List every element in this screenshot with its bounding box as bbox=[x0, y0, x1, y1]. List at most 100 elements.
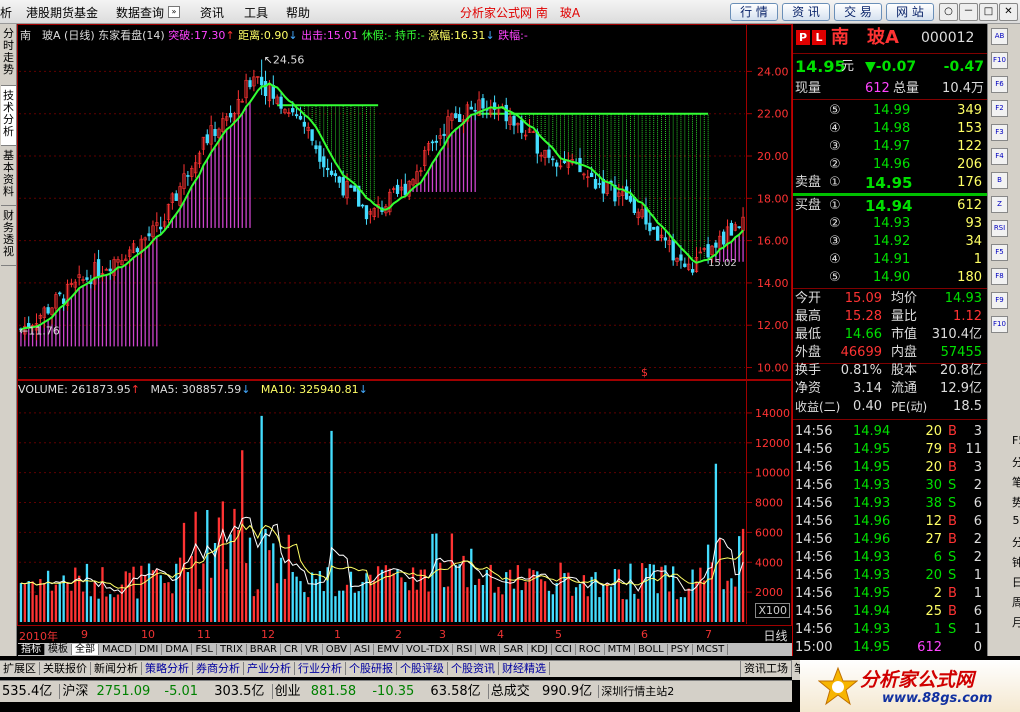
chart-area[interactable]: 24.00 22.00 20.00 18.00 16.00 14.00 12.00 10.00… bbox=[17, 24, 792, 656]
zoom-icon[interactable]: Z bbox=[991, 196, 1008, 213]
bottom-tab-info-workshop[interactable]: 资讯工场 bbox=[740, 661, 792, 677]
indicator-tab-sar[interactable]: SAR bbox=[500, 644, 528, 655]
ask-level-row: ③ 14.97 122 bbox=[793, 138, 986, 156]
rsi-icon[interactable]: RSI bbox=[991, 220, 1008, 237]
bottom-tab[interactable]: 财经精选 bbox=[499, 662, 550, 675]
f6-icon[interactable]: F6 bbox=[991, 76, 1008, 93]
dropdown-icon[interactable]: » bbox=[168, 6, 180, 18]
bar-icon[interactable]: B bbox=[991, 172, 1008, 189]
tick-side: S bbox=[948, 568, 957, 583]
f3-icon[interactable]: F3 bbox=[991, 124, 1008, 141]
x-axis-label: 3 bbox=[439, 628, 446, 641]
indicator-tab-obv[interactable]: OBV bbox=[322, 644, 351, 655]
x-axis-label: 12 bbox=[261, 628, 275, 641]
tick-time: 14:56 bbox=[795, 532, 833, 547]
bottom-tab[interactable]: 新闻分析 bbox=[91, 662, 142, 675]
f4-icon[interactable]: F4 bbox=[991, 148, 1008, 165]
news-button[interactable]: 资 讯 bbox=[782, 3, 830, 21]
tick-volume: 1 bbox=[933, 622, 942, 637]
close-icon[interactable]: ✕ bbox=[999, 3, 1018, 21]
tick-volume: 2 bbox=[933, 586, 942, 601]
indicator-tab-fsl[interactable]: FSL bbox=[192, 644, 217, 655]
quotes-button[interactable]: 行 情 bbox=[730, 3, 778, 21]
bottom-tab[interactable]: 个股研报 bbox=[346, 662, 397, 675]
bottom-tab[interactable]: 产业分析 bbox=[244, 662, 295, 675]
indicator-tab-emv[interactable]: EMV bbox=[374, 644, 403, 655]
right-price-label: 15.02 bbox=[708, 258, 737, 269]
tab-technical[interactable]: 技术分析 bbox=[1, 86, 16, 146]
website-button[interactable]: 网 站 bbox=[886, 3, 934, 21]
indicator-tab-dma[interactable]: DMA bbox=[162, 644, 193, 655]
bid-price: 14.94 bbox=[865, 197, 913, 215]
indicator-tab-cci[interactable]: CCI bbox=[551, 644, 576, 655]
minimize-icon[interactable]: － bbox=[959, 3, 978, 21]
f2-icon[interactable]: F2 bbox=[991, 100, 1008, 117]
indicator-tab-macd[interactable]: MACD bbox=[99, 644, 136, 655]
indicator-tab-wr[interactable]: WR bbox=[476, 644, 501, 655]
bottom-tab[interactable]: 个股资讯 bbox=[448, 662, 499, 675]
indicator-tab-kdj[interactable]: KDJ bbox=[527, 644, 552, 655]
indicator-tab-asi[interactable]: ASI bbox=[351, 644, 375, 655]
indicator-tab-dmi[interactable]: DMI bbox=[135, 644, 163, 655]
bottom-tab[interactable]: 扩展区 bbox=[0, 662, 40, 675]
tab-financials[interactable]: 财务透视 bbox=[1, 206, 16, 266]
tab-fundamentals[interactable]: 基本资料 bbox=[1, 146, 16, 206]
indicator-tab-trix[interactable]: TRIX bbox=[216, 644, 247, 655]
indicator-tab-vol-tdx[interactable]: VOL-TDX bbox=[402, 644, 454, 655]
indicator-tab-rsi[interactable]: RSI bbox=[453, 644, 477, 655]
bottom-tab[interactable]: 关联报价 bbox=[40, 662, 91, 675]
stat-value: 12.9亿 bbox=[940, 381, 982, 396]
bottom-tab[interactable]: 策略分析 bbox=[142, 662, 193, 675]
f8-icon[interactable]: F8 bbox=[991, 268, 1008, 285]
indicator-tab-全部[interactable]: 全部 bbox=[72, 644, 99, 655]
volume-tick-label: 6000 bbox=[755, 526, 783, 539]
stat-row: 最高 15.28 量比 1.12 bbox=[793, 308, 986, 326]
ab-icon[interactable]: AB bbox=[991, 28, 1008, 45]
bid-volume: 1 bbox=[973, 252, 982, 267]
indicator-tab-指标[interactable]: 指标 bbox=[18, 644, 45, 655]
tick-side: B bbox=[948, 442, 957, 457]
bottom-tab[interactable]: 行业分析 bbox=[295, 662, 346, 675]
stat-label: 换手 bbox=[795, 363, 822, 378]
ask-price: 14.95 bbox=[865, 174, 913, 192]
indicator-tab-vr[interactable]: VR bbox=[301, 644, 323, 655]
candle-body bbox=[291, 108, 295, 113]
kline-chart[interactable]: 24.00 22.00 20.00 18.00 16.00 14.00 12.00 10.00… bbox=[17, 24, 792, 643]
indicator-tab-brar[interactable]: BRAR bbox=[246, 644, 281, 655]
indicator-tab-psy[interactable]: PSY bbox=[667, 644, 694, 655]
f10b-icon[interactable]: F10 bbox=[991, 316, 1008, 333]
bottom-tab[interactable]: 个股评级 bbox=[397, 662, 448, 675]
price-tick-label: 20.00 bbox=[757, 150, 789, 163]
f5-icon[interactable]: F5 bbox=[991, 244, 1008, 261]
bottom-tab[interactable]: 券商分析 bbox=[193, 662, 244, 675]
tick-price: 14.93 bbox=[853, 568, 891, 583]
menu-item-tools[interactable]: 工具 bbox=[244, 4, 268, 21]
menu-item-news[interactable]: 资讯 bbox=[200, 4, 224, 21]
indicator-tab-模板[interactable]: 模板 bbox=[45, 644, 72, 655]
side-label: F5 bbox=[1012, 434, 1020, 447]
trade-button[interactable]: 交 易 bbox=[834, 3, 882, 21]
tab-intraday[interactable]: 分时走势 bbox=[1, 24, 16, 86]
maximize-icon[interactable]: □ bbox=[979, 3, 998, 21]
stat-label: 内盘 bbox=[891, 345, 918, 360]
menu-item-data-query[interactable]: 数据查询 bbox=[116, 4, 164, 21]
bid-level-row: ③ 14.92 34 bbox=[793, 233, 986, 251]
menu-item-help[interactable]: 帮助 bbox=[286, 4, 310, 21]
menu-item-analysis[interactable]: 析 bbox=[0, 4, 12, 21]
restore-icon[interactable]: ○ bbox=[939, 3, 958, 21]
f10-icon[interactable]: F10 bbox=[991, 52, 1008, 69]
tick-time: 14:56 bbox=[795, 586, 833, 601]
indicator-tab-boll[interactable]: BOLL bbox=[634, 644, 668, 655]
candle-body bbox=[349, 185, 353, 188]
menu-item-hk-futures[interactable]: 港股期货基金 bbox=[26, 4, 98, 21]
indicator-tab-cr[interactable]: CR bbox=[281, 644, 302, 655]
indicator-tab-roc[interactable]: ROC bbox=[575, 644, 605, 655]
tick-count: 2 bbox=[973, 478, 982, 493]
f9-icon[interactable]: F9 bbox=[991, 292, 1008, 309]
indicator-tab-mtm[interactable]: MTM bbox=[604, 644, 635, 655]
volume-tick-label: 2000 bbox=[755, 586, 783, 599]
period-label[interactable]: 日线 bbox=[759, 627, 792, 643]
indicator-tab-mcst[interactable]: MCST bbox=[693, 644, 729, 655]
candle-body bbox=[434, 140, 439, 143]
ask-level: ⑤ bbox=[829, 103, 841, 118]
